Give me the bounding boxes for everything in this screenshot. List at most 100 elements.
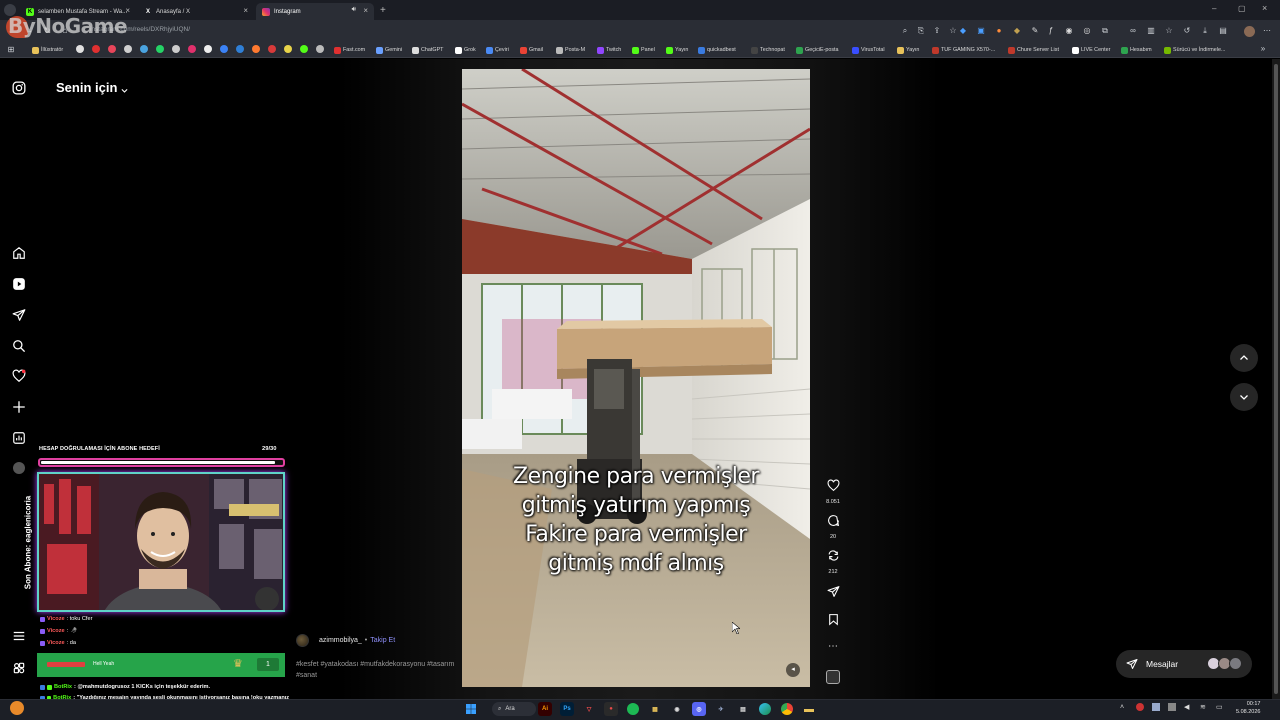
extension-icon[interactable]: ƒ	[1046, 26, 1056, 36]
audio-thumbnail[interactable]	[824, 670, 842, 684]
collections-icon[interactable]: ▤	[1218, 26, 1228, 36]
bookmark-illustrator[interactable]: İllüstratör	[32, 45, 63, 55]
bookmark-panel[interactable]: Panel	[632, 45, 655, 55]
taskbar-app[interactable]: ●	[604, 702, 618, 716]
taskbar-illustrator[interactable]: Ai	[538, 702, 552, 716]
reel-caption[interactable]: #kesfet #yatakodası #mutfakdekorasyonu #…	[296, 659, 456, 681]
bookmark-icon[interactable]	[236, 45, 244, 53]
bookmark-twitch[interactable]: Twitch	[597, 45, 621, 55]
new-tab-button[interactable]: +	[380, 5, 386, 16]
dashboard-icon[interactable]	[11, 430, 27, 446]
bookmark-icon[interactable]	[316, 45, 324, 53]
tray-icon[interactable]	[1168, 703, 1176, 711]
bookmark-gemini[interactable]: Gemini	[376, 45, 402, 55]
bookmark-icon[interactable]	[108, 45, 116, 53]
wifi-icon[interactable]: ≋	[1200, 703, 1206, 711]
bookmark-technopat[interactable]: Technopat	[751, 45, 785, 55]
taskbar-app[interactable]: ▤	[736, 702, 750, 716]
taskbar-app[interactable]: ◉	[670, 702, 684, 716]
profile-avatar[interactable]	[1244, 26, 1255, 37]
share-button[interactable]	[824, 585, 842, 603]
extensions-puzzle-icon[interactable]: ⧉	[1100, 26, 1110, 36]
profile-avatar-icon[interactable]	[11, 460, 27, 476]
like-button[interactable]: 8.051	[824, 479, 842, 505]
more-menu-icon[interactable]: ⋯	[1262, 26, 1272, 36]
author-avatar[interactable]	[296, 633, 309, 647]
bookmark-tuf-gaming[interactable]: TUF GAMING X570-...	[932, 45, 995, 55]
scrollbar-thumb[interactable]	[1274, 64, 1278, 694]
reading-list-icon[interactable]: ∞	[1128, 26, 1138, 36]
weather-widget[interactable]	[10, 701, 24, 715]
bookmark-icon[interactable]	[268, 45, 276, 53]
bookmark-chure-server[interactable]: Chure Server List	[1008, 45, 1059, 55]
bookmark-quickadbest[interactable]: quickadbest	[698, 45, 736, 55]
previous-reel-button[interactable]	[1230, 344, 1258, 372]
close-tab-icon[interactable]: ×	[243, 6, 248, 15]
bookmark-grok[interactable]: Grok	[455, 45, 476, 55]
bookmark-star-icon[interactable]: ☆	[948, 26, 958, 36]
taskbar-file-explorer[interactable]: ▬	[802, 702, 816, 716]
apps-grid-icon[interactable]: ⊞	[6, 45, 16, 55]
home-icon[interactable]	[11, 245, 27, 261]
bookmark-hesabim[interactable]: Hesabım	[1121, 45, 1152, 55]
more-menu-icon[interactable]	[11, 628, 27, 644]
bookmark-icon[interactable]	[300, 45, 308, 53]
history-icon[interactable]: ↺	[1182, 26, 1192, 36]
chevron-down-icon[interactable]	[120, 82, 129, 100]
bookmarks-overflow-icon[interactable]: »	[1258, 44, 1268, 54]
bookmark-yayin-folder[interactable]: Yayın	[897, 45, 919, 55]
volume-icon[interactable]: ◀	[1184, 703, 1189, 711]
follow-button[interactable]: Takip Et	[370, 637, 395, 644]
minimize-button[interactable]: –	[1212, 4, 1216, 13]
bookmark-posta[interactable]: Posta-M	[556, 45, 585, 55]
bookmark-icon[interactable]	[76, 45, 84, 53]
bookmark-virustotal[interactable]: VirusTotal	[852, 45, 885, 55]
tab-x-home[interactable]: X Anasayfa / X ×	[138, 3, 254, 20]
more-options-button[interactable]: ⋯	[824, 641, 842, 652]
extension-icon[interactable]: ●	[994, 26, 1004, 36]
search-icon[interactable]	[11, 338, 27, 354]
bookmark-icon[interactable]	[92, 45, 100, 53]
tray-overflow-icon[interactable]: ˄	[1120, 704, 1124, 711]
bookmark-icon[interactable]	[124, 45, 132, 53]
start-button[interactable]	[464, 702, 478, 716]
bookmark-icon[interactable]	[188, 45, 196, 53]
feed-selector[interactable]: Senin için	[56, 80, 117, 95]
downloads-icon[interactable]: ⤓	[1200, 26, 1210, 36]
taskbar-spotify[interactable]	[626, 702, 640, 716]
bookmark-ceviri[interactable]: Çeviri	[486, 45, 509, 55]
bookmark-icon[interactable]	[284, 45, 292, 53]
bookmark-gecici-eposta[interactable]: GeçiciE-posta	[796, 45, 839, 55]
mute-toggle-icon[interactable]: ◂	[786, 663, 800, 677]
extension-icon[interactable]: ◉	[1064, 26, 1074, 36]
bookmark-icon[interactable]	[156, 45, 164, 53]
next-reel-button[interactable]	[1230, 383, 1258, 411]
repost-button[interactable]: 212	[824, 549, 842, 575]
close-tab-icon[interactable]: ×	[363, 6, 368, 15]
author-username[interactable]: azimmobilya_	[319, 637, 362, 644]
taskbar-discord[interactable]: ◎	[692, 702, 706, 716]
extension-icon[interactable]: ◆	[958, 26, 968, 36]
zoom-icon[interactable]: ⌕	[900, 26, 910, 36]
bookmark-surucu[interactable]: Sürücü ve İndirmele...	[1164, 45, 1225, 55]
extension-icon[interactable]: ✎	[1030, 26, 1040, 36]
notifications-heart-icon[interactable]	[11, 368, 27, 384]
maximize-button[interactable]: ▢	[1238, 4, 1246, 13]
bookmark-icon[interactable]	[220, 45, 228, 53]
create-plus-icon[interactable]	[11, 399, 27, 415]
instagram-logo-icon[interactable]	[11, 80, 27, 96]
bookmark-icon[interactable]	[252, 45, 260, 53]
tray-icon[interactable]	[1136, 703, 1144, 711]
audio-playing-icon[interactable]: 🔊︎	[352, 6, 356, 14]
split-view-icon[interactable]: ▥	[1146, 26, 1156, 36]
extension-icon[interactable]: ◆	[1012, 26, 1022, 36]
bookmark-icon[interactable]	[204, 45, 212, 53]
reels-icon[interactable]	[11, 276, 27, 292]
extension-icon[interactable]: ▣	[976, 26, 986, 36]
bookmark-fastcom[interactable]: Fast.com	[334, 45, 365, 55]
taskbar-chrome[interactable]	[780, 702, 794, 716]
close-window-button[interactable]: ×	[1262, 3, 1267, 13]
taskbar-app[interactable]: ▽	[582, 702, 596, 716]
taskbar-search[interactable]: ⌕ Ara	[492, 702, 536, 716]
share-icon[interactable]: ⇪	[932, 26, 942, 36]
